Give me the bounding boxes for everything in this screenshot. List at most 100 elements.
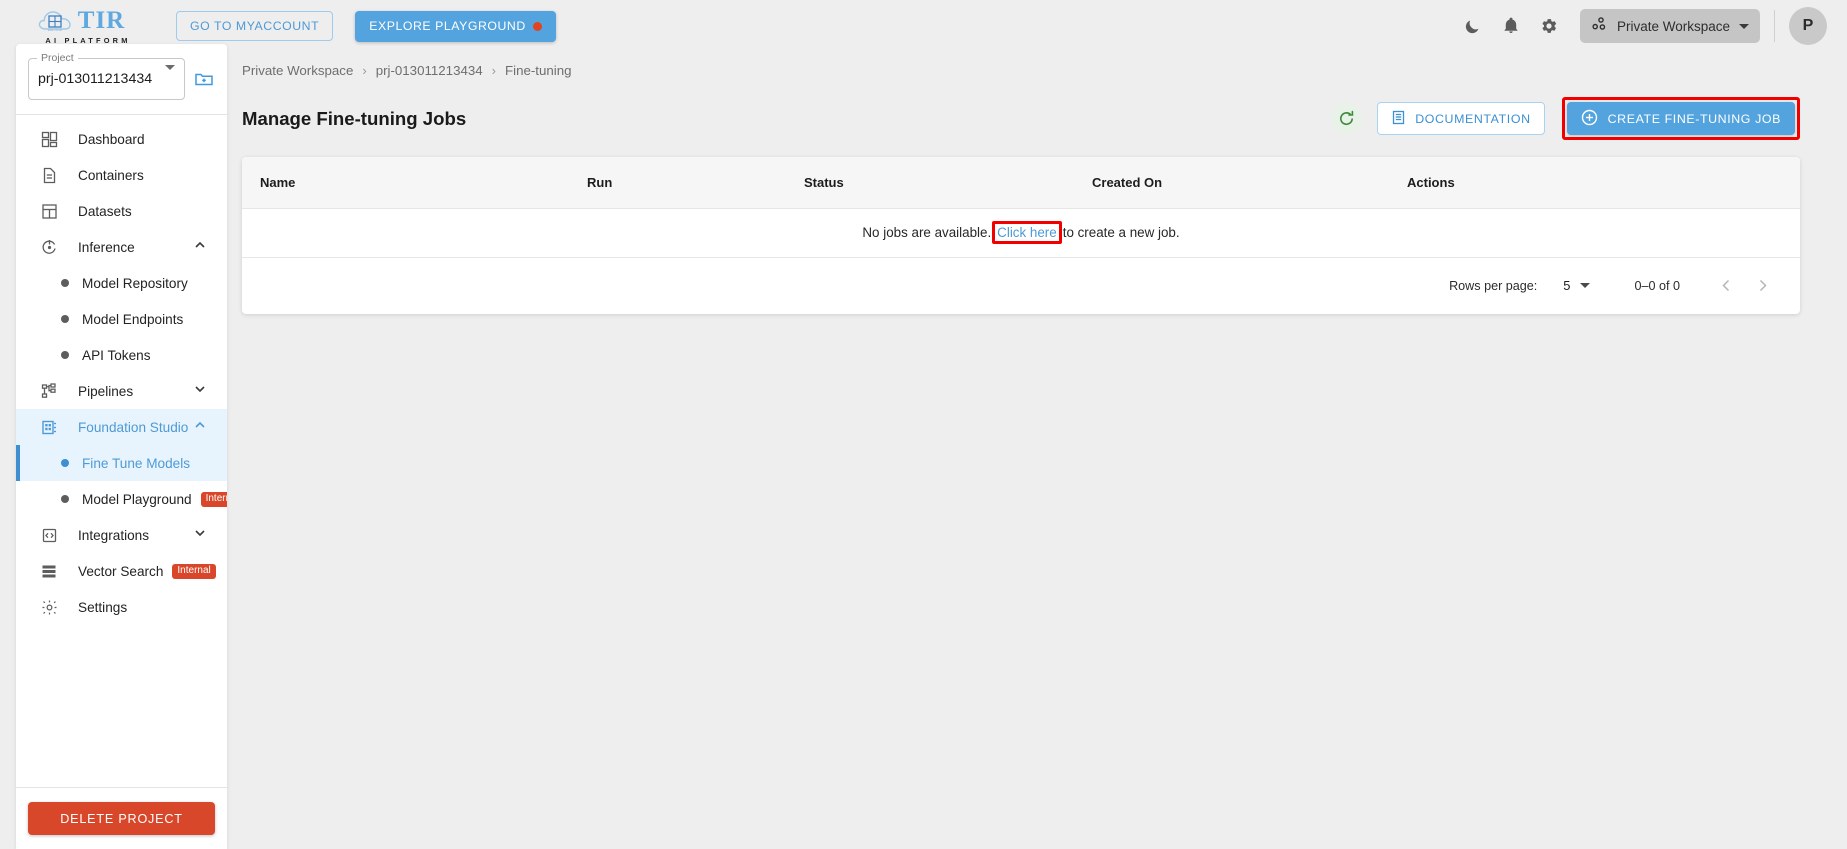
column-header-actions: Actions [1407,157,1800,209]
sidebar-item-label: API Tokens [82,347,151,363]
sidebar-item-settings[interactable]: Settings [16,589,227,625]
pagination-range-label: 0–0 of 0 [1634,278,1680,293]
workspace-selector[interactable]: Private Workspace [1579,9,1760,43]
project-select[interactable]: Project prj-013011213434 [28,52,185,100]
table-header-row: Name Run Status Created On Actions [242,157,1800,209]
sidebar-item-model-playground[interactable]: Model Playground Internal [16,481,227,517]
sidebar-item-api-tokens[interactable]: API Tokens [16,337,227,373]
empty-state-message: No jobs are available. Click here to cre… [862,221,1180,244]
chevron-left-icon[interactable] [1708,268,1744,304]
delete-project-button[interactable]: DELETE PROJECT [28,802,215,835]
breadcrumb-separator: › [491,63,496,78]
main-content: Private Workspace › prj-013011213434 › F… [242,44,1847,314]
bullet-icon [61,459,69,467]
chevron-up-icon [193,418,207,437]
documentation-label: DOCUMENTATION [1415,111,1531,126]
sidebar-item-containers[interactable]: Containers [16,157,227,193]
sidebar-item-label: Settings [78,599,128,615]
workspace-icon [1590,15,1608,38]
sidebar-item-dashboard[interactable]: Dashboard [16,121,227,157]
sidebar-item-model-repository[interactable]: Model Repository [16,265,227,301]
project-select-value: prj-013011213434 [38,71,153,87]
sidebar-item-label: Datasets [78,203,132,219]
go-to-myaccount-button[interactable]: GO TO MYACCOUNT [176,11,334,41]
rows-per-page-value: 5 [1563,278,1571,293]
pipeline-icon [38,380,60,402]
table-body: No jobs are available. Click here to cre… [242,208,1800,258]
create-fine-tuning-job-button[interactable]: CREATE FINE-TUNING JOB [1566,102,1795,135]
sidebar-item-label: Integrations [78,527,150,543]
project-selector-area: Project prj-013011213434 [16,44,227,114]
studio-icon [38,416,60,438]
gear-icon[interactable] [1530,7,1568,45]
moon-icon[interactable] [1454,7,1492,45]
project-row: Project prj-013011213434 [28,52,215,100]
sidebar-item-foundation-studio[interactable]: Foundation Studio [16,409,227,445]
sidebar: Project prj-013011213434 Dashboard Conta… [16,44,227,849]
gear-icon [38,596,60,618]
documentation-icon [1391,110,1406,128]
sidebar-item-datasets[interactable]: Datasets [16,193,227,229]
rows-per-page-select[interactable]: 5 [1563,278,1591,293]
app-logo[interactable]: E2E Cloud TIR AI PLATFORM [22,8,140,45]
avatar[interactable]: P [1789,7,1827,45]
plus-circle-icon [1581,109,1598,129]
rows-per-page-label: Rows per page: [1449,278,1538,293]
new-badge-dot [532,21,542,31]
pagination: Rows per page: 5 0–0 of 0 [242,258,1800,314]
breadcrumb-item-project[interactable]: prj-013011213434 [376,63,483,78]
code-icon [38,524,60,546]
project-select-legend: Project [37,52,78,64]
chevron-right-icon[interactable] [1744,268,1780,304]
table-header: Name Run Status Created On Actions [242,157,1800,209]
jobs-table-card: Name Run Status Created On Actions No jo… [242,157,1800,314]
explore-playground-button[interactable]: EXPLORE PLAYGROUND [355,10,556,42]
column-header-created-on: Created On [1092,157,1407,209]
sidebar-item-label: Model Endpoints [82,311,184,327]
table-row-empty: No jobs are available. Click here to cre… [242,208,1800,258]
column-header-status: Status [804,157,1092,209]
create-job-highlight: CREATE FINE-TUNING JOB [1561,97,1800,140]
explore-playground-label: EXPLORE PLAYGROUND [369,19,526,33]
sidebar-item-vector-search[interactable]: Vector Search Internal [16,553,227,589]
sidebar-item-label: Pipelines [78,383,134,399]
sidebar-item-label: Containers [78,167,144,183]
click-here-highlight: Click here [992,221,1062,244]
chevron-down-icon [193,526,207,545]
empty-state-suffix: to create a new job. [1062,225,1180,240]
sidebar-item-model-endpoints[interactable]: Model Endpoints [16,301,227,337]
page-title: Manage Fine-tuning Jobs [242,107,467,129]
cloud-logo-icon: E2E Cloud [37,8,75,34]
page-header-row: Manage Fine-tuning Jobs DOCUMENTATION CR… [242,97,1847,140]
column-header-name: Name [242,157,587,209]
sidebar-item-label: Foundation Studio [78,419,189,435]
top-bar-right-cluster: Private Workspace P [1454,7,1827,45]
new-folder-icon[interactable] [193,68,215,90]
bullet-icon [61,351,69,359]
bullet-icon [61,495,69,503]
top-bar-divider [1774,10,1775,42]
bell-icon[interactable] [1492,7,1530,45]
chevron-down-icon [1580,283,1591,288]
svg-text:E2E Cloud: E2E Cloud [48,28,63,32]
sidebar-item-integrations[interactable]: Integrations [16,517,227,553]
click-here-link[interactable]: Click here [997,225,1057,240]
breadcrumb: Private Workspace › prj-013011213434 › F… [242,44,1847,78]
grid-icon [38,200,60,222]
refresh-icon[interactable] [1331,103,1363,134]
breadcrumb-item-workspace[interactable]: Private Workspace [242,63,353,78]
dashboard-icon [38,128,60,150]
inference-icon [38,236,60,258]
sidebar-item-inference[interactable]: Inference [16,229,227,265]
sidebar-item-label: Inference [78,239,135,255]
chevron-up-icon [193,238,207,257]
sidebar-item-fine-tune-models[interactable]: Fine Tune Models [16,445,227,481]
jobs-table: Name Run Status Created On Actions No jo… [242,157,1800,258]
sidebar-item-label: Fine Tune Models [82,455,191,471]
sidebar-item-label: Vector Search [78,563,164,579]
documentation-button[interactable]: DOCUMENTATION [1377,102,1545,135]
list-icon [38,560,60,582]
sidebar-nav: Dashboard Containers Datasets Inference … [16,115,227,787]
sidebar-item-pipelines[interactable]: Pipelines [16,373,227,409]
logo-wordmark: TIR [77,7,126,34]
